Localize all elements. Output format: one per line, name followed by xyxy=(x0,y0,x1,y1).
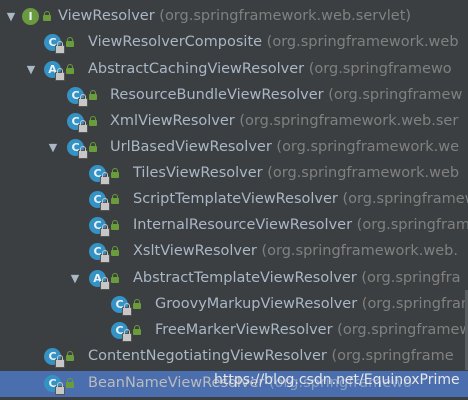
public-visibility-icon xyxy=(88,90,98,100)
class-name: FreeMarkerViewResolver xyxy=(155,322,333,338)
chevron-down-icon[interactable]: ▼ xyxy=(4,10,18,24)
class-name: AbstractTemplateViewResolver xyxy=(133,270,357,286)
tree-row-xmlviewresolver[interactable]: C XmlViewResolver (org.springframework.w… xyxy=(0,109,468,135)
tree-row-scripttemplateviewresolver[interactable]: C ScriptTemplateViewResolver (org.spring… xyxy=(0,187,468,213)
watermark-text: https://blog.csdn.net/EquinoxPrime xyxy=(214,372,460,388)
package-name: (org.springframework.we xyxy=(276,139,460,155)
class-icon: C xyxy=(67,112,88,133)
public-visibility-icon xyxy=(110,246,120,256)
package-name: (org.springfram xyxy=(356,217,468,233)
class-icon: C xyxy=(67,86,88,107)
public-visibility-icon xyxy=(110,194,120,204)
class-icon: C xyxy=(89,164,110,185)
package-name: (org.springfra xyxy=(361,270,461,286)
tree-row-viewresolver[interactable]: ▼ I ViewResolver (org.springframework.we… xyxy=(0,4,468,30)
package-name: (org.springframewo xyxy=(308,61,452,77)
public-visibility-icon xyxy=(65,37,75,47)
tree-row-xsltviewresolver[interactable]: C XsltViewResolver (org.springframework.… xyxy=(0,239,468,265)
public-visibility-icon xyxy=(88,142,98,152)
package-name: (org.springframework.web. xyxy=(261,243,458,259)
class-name: ResourceBundleViewResolver xyxy=(110,87,324,103)
chevron-down-icon[interactable]: ▼ xyxy=(46,141,60,155)
tree-row-abstracttemplateviewresolver[interactable]: ▼ A AbstractTemplateViewResolver (org.sp… xyxy=(0,266,468,292)
package-name: (org.springframewo xyxy=(337,322,468,338)
class-icon: C xyxy=(111,295,132,316)
public-visibility-icon xyxy=(88,116,98,126)
abstract-class-icon: A xyxy=(89,269,110,290)
tree-row-viewresolvercomposite[interactable]: C ViewResolverComposite (org.springframe… xyxy=(0,30,468,56)
class-icon: C xyxy=(89,242,110,263)
package-name: (org.springframew xyxy=(328,87,463,103)
public-visibility-icon xyxy=(110,220,120,230)
class-name: XmlViewResolver xyxy=(110,113,235,129)
class-name: GroovyMarkupViewResolver xyxy=(155,296,358,312)
tree-row-tilesviewresolver[interactable]: C TilesViewResolver (org.springframework… xyxy=(0,161,468,187)
class-name: ViewResolverComposite xyxy=(88,34,263,50)
tree-row-internalresourceviewresolver[interactable]: C InternalResourceViewResolver (org.spri… xyxy=(0,213,468,239)
class-name: InternalResourceViewResolver xyxy=(133,217,353,233)
tree-row-contentnegotiatingviewresolver[interactable]: C ContentNegotiatingViewResolver (org.sp… xyxy=(0,344,468,370)
class-name: AbstractCachingViewResolver xyxy=(88,61,305,77)
class-name: ScriptTemplateViewResolver xyxy=(133,191,338,207)
class-name: TilesViewResolver xyxy=(133,165,263,181)
public-visibility-icon xyxy=(132,299,142,309)
class-icon: C xyxy=(89,190,110,211)
public-visibility-icon xyxy=(132,325,142,335)
abstract-class-icon: A xyxy=(44,60,65,81)
class-icon: C xyxy=(111,321,132,342)
tree-row-abstractcachingviewresolver[interactable]: ▼ A AbstractCachingViewResolver (org.spr… xyxy=(0,57,468,83)
package-name: (org.springframework.web.servlet) xyxy=(159,8,412,24)
package-name: (org.springframew xyxy=(342,191,468,207)
class-icon: C xyxy=(89,216,110,237)
public-visibility-icon xyxy=(110,168,120,178)
package-name: (org.springframework.web.ser xyxy=(239,113,459,129)
class-name: XsltViewResolver xyxy=(133,243,257,259)
tree-row-groovymarkupviewresolver[interactable]: C GroovyMarkupViewResolver (org.springfr… xyxy=(0,292,468,318)
package-name: (org.springframe xyxy=(361,296,468,312)
tree-row-resourcebundleviewresolver[interactable]: C ResourceBundleViewResolver (org.spring… xyxy=(0,83,468,109)
chevron-down-icon[interactable]: ▼ xyxy=(68,272,82,286)
package-name: (org.springframework.web xyxy=(267,165,460,181)
package-name: (org.springframe xyxy=(331,348,454,364)
package-name: (org.springframework.web xyxy=(266,34,459,50)
class-icon: C xyxy=(44,33,65,54)
class-icon: C xyxy=(67,138,88,159)
public-visibility-icon xyxy=(42,11,52,21)
tree-row-freemarkerviewresolver[interactable]: C FreeMarkerViewResolver (org.springfram… xyxy=(0,318,468,344)
chevron-down-icon[interactable]: ▼ xyxy=(24,63,38,77)
class-name: ViewResolver xyxy=(58,8,155,24)
public-visibility-icon xyxy=(110,273,120,283)
interface-icon: I xyxy=(22,7,42,27)
tree-row-urlbasedviewresolver[interactable]: ▼ C UrlBasedViewResolver (org.springfram… xyxy=(0,135,468,161)
public-visibility-icon xyxy=(65,64,75,74)
public-visibility-icon xyxy=(65,351,75,361)
hierarchy-tree[interactable]: ▼ I ViewResolver (org.springframework.we… xyxy=(0,0,468,400)
public-visibility-icon xyxy=(65,378,75,388)
class-name: ContentNegotiatingViewResolver xyxy=(88,348,327,364)
class-icon: C xyxy=(44,347,65,368)
class-name: UrlBasedViewResolver xyxy=(110,139,272,155)
class-icon: C xyxy=(44,374,65,395)
